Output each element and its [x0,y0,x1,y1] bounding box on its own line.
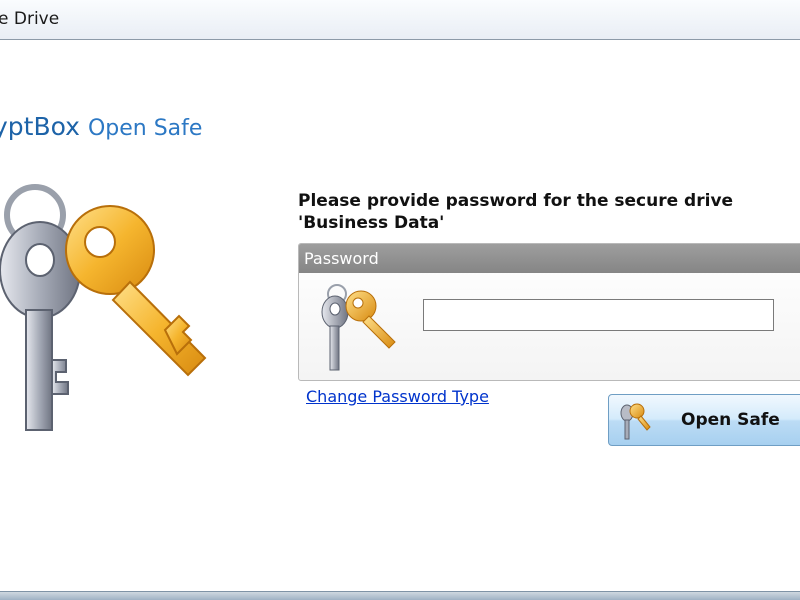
page-subtitle: Open Safe [87,116,203,141]
prompt-line-2: 'Business Data' [298,213,445,233]
title-bar[interactable]: e Drive [0,0,800,40]
app-name: yptBox [0,112,80,141]
keys-icon [0,184,207,431]
change-password-type-link[interactable]: Change Password Type [306,387,489,406]
key-icon [620,403,651,440]
open-safe-label: Open Safe [681,410,780,430]
open-safe-button[interactable]: Open Safe [608,394,800,446]
password-panel: Password [298,243,800,381]
window-title: e Drive [0,9,60,29]
password-panel-header: Password [299,244,800,273]
keys-icon [321,284,396,371]
window-bottom-border [0,591,800,600]
password-prompt: Please provide password for the secure d… [298,190,788,234]
password-input[interactable] [423,299,774,331]
brand-header: yptBox Open Safe [0,112,202,141]
prompt-line-1: Please provide password for the secure d… [298,191,734,211]
